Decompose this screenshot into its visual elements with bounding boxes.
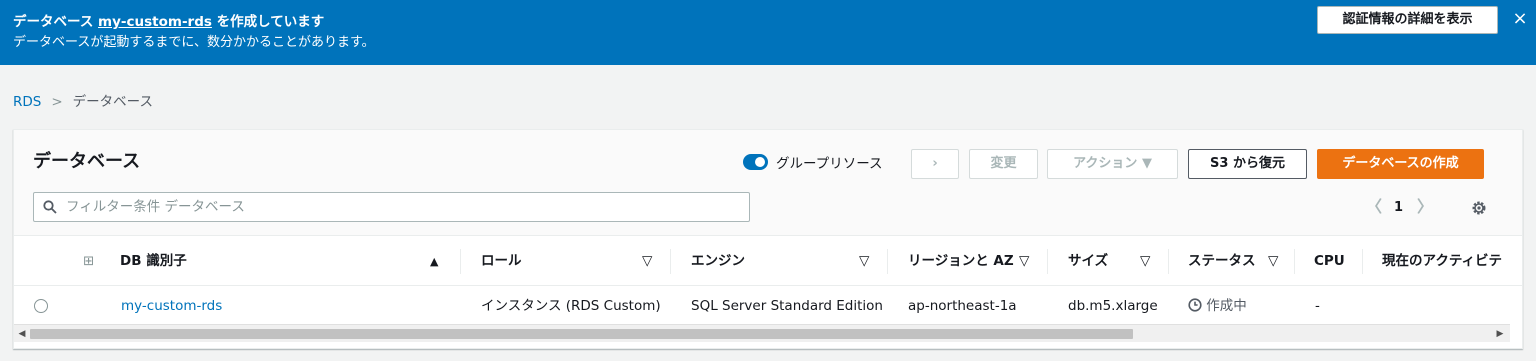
filter-arrow-icon[interactable]: ▽ (642, 237, 652, 286)
col-engine[interactable]: エンジン (691, 237, 745, 286)
search-icon (43, 200, 57, 214)
breadcrumb: RDS > データベース (13, 90, 153, 110)
scroll-left-icon[interactable]: ◀ (16, 327, 28, 341)
column-divider (670, 249, 671, 274)
breadcrumb-rds[interactable]: RDS (13, 94, 41, 110)
filter-arrow-icon[interactable]: ▽ (859, 237, 869, 286)
filter-arrow-icon[interactable]: ▽ (1268, 237, 1278, 286)
pagination: 〈 1 〉 (1366, 198, 1433, 216)
close-icon[interactable]: × (1510, 9, 1530, 29)
toggle-switch-icon[interactable] (743, 154, 768, 170)
databases-panel: データベース グループリソース › 変更 アクション ▼ S3 から復元 データ… (13, 129, 1523, 349)
cell-status: 作成中 (1188, 287, 1247, 325)
create-database-button[interactable]: データベースの作成 (1317, 149, 1484, 179)
chevron-right-icon[interactable]: 〉 (1417, 198, 1433, 216)
breadcrumb-current: データベース (72, 94, 153, 110)
col-current-activity[interactable]: 現在のアクティビテ (1382, 237, 1502, 286)
col-db-identifier[interactable]: DB 識別子 (120, 237, 187, 286)
group-resources-toggle[interactable]: グループリソース (743, 152, 883, 172)
table-row[interactable]: my-custom-rds インスタンス (RDS Custom) SQL Se… (14, 287, 1522, 325)
cell-size: db.m5.xlarge (1068, 298, 1158, 314)
table-header: ⊞ DB 識別子 ▲ ロール ▽ エンジン ▽ リージョンと AZ ▽ サイズ … (14, 237, 1522, 286)
column-divider (460, 249, 461, 274)
column-divider (1362, 249, 1363, 274)
refresh-button[interactable]: › (911, 149, 959, 179)
breadcrumb-separator-icon: > (51, 94, 63, 110)
filter-arrow-icon[interactable]: ▽ (1019, 237, 1029, 286)
col-size[interactable]: サイズ (1068, 237, 1108, 286)
restore-from-s3-button[interactable]: S3 から復元 (1188, 149, 1307, 179)
horizontal-scrollbar[interactable]: ◀ ▶ (14, 324, 1510, 342)
scroll-right-icon[interactable]: ▶ (1494, 327, 1506, 341)
db-identifier-link[interactable]: my-custom-rds (121, 287, 222, 325)
modify-button[interactable]: 変更 (969, 149, 1038, 179)
filter-field[interactable] (33, 192, 750, 222)
cell-engine: SQL Server Standard Edition (691, 298, 883, 314)
column-divider (887, 249, 888, 274)
view-credentials-button[interactable]: 認証情報の詳細を表示 (1317, 6, 1498, 34)
filter-arrow-icon[interactable]: ▽ (1140, 237, 1150, 286)
row-select-radio[interactable] (34, 299, 48, 313)
cell-role: インスタンス (RDS Custom) (481, 298, 661, 314)
clock-icon (1188, 298, 1202, 312)
banner-db-link[interactable]: my-custom-rds (98, 14, 212, 30)
column-divider (1047, 249, 1048, 274)
banner-title: データベース my-custom-rds を作成しています (13, 14, 325, 30)
cell-cpu: - (1315, 298, 1320, 314)
col-role[interactable]: ロール (481, 237, 522, 286)
scrollbar-thumb[interactable] (30, 329, 1133, 339)
actions-button[interactable]: アクション ▼ (1047, 149, 1178, 179)
col-region-az[interactable]: リージョンと AZ (908, 237, 1014, 286)
banner-description: データベースが起動するまでに、数分かかることがあります。 (13, 35, 375, 50)
status-text: 作成中 (1206, 298, 1247, 314)
panel-title: データベース (33, 151, 141, 172)
column-divider (1294, 249, 1295, 274)
expand-all-icon[interactable]: ⊞ (83, 237, 94, 286)
sort-asc-icon[interactable]: ▲ (430, 237, 438, 286)
cell-region-az: ap-northeast-1a (908, 298, 1017, 314)
page-number[interactable]: 1 (1394, 200, 1403, 215)
col-cpu[interactable]: CPU (1314, 237, 1345, 286)
col-status[interactable]: ステータス (1188, 237, 1256, 286)
flash-banner: データベース my-custom-rds を作成しています データベースが起動す… (0, 0, 1536, 65)
group-resources-label: グループリソース (776, 156, 883, 172)
gear-icon[interactable] (1470, 199, 1488, 217)
chevron-left-icon[interactable]: 〈 (1366, 198, 1382, 216)
column-divider (1168, 249, 1169, 274)
search-input[interactable] (66, 197, 736, 217)
